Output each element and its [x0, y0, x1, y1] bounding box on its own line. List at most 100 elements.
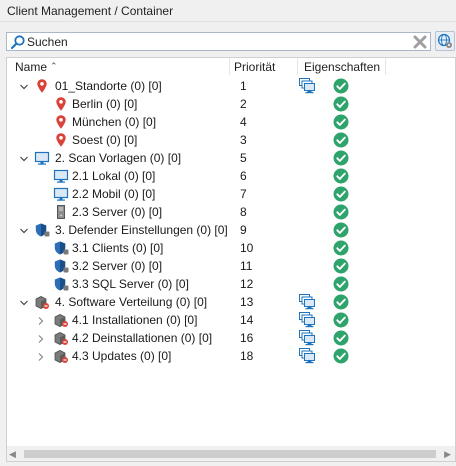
priority-value: 18 — [240, 349, 254, 363]
priority-value: 16 — [240, 331, 254, 345]
title-bar: Client Management / Container — [0, 0, 456, 22]
scrollbar-thumb[interactable] — [24, 450, 436, 458]
status-ok-icon — [333, 150, 349, 166]
scroll-left-icon[interactable]: ◀ — [9, 449, 16, 460]
status-ok-icon — [333, 222, 349, 238]
defender-shield-icon — [53, 258, 69, 274]
assigned-computers-icon[interactable] — [299, 348, 316, 364]
status-ok-icon — [333, 294, 349, 310]
status-ok-icon — [333, 204, 349, 220]
search-box[interactable] — [6, 32, 431, 51]
tree-row-label: 01_Standorte (0) [0] — [55, 79, 162, 93]
collapse-chevron-icon[interactable] — [19, 225, 29, 235]
priority-value: 14 — [240, 313, 254, 327]
tree-row-child[interactable]: 2.1 Lokal (0) [0] 6 — [7, 167, 447, 185]
column-separator[interactable] — [385, 58, 386, 75]
collapse-chevron-icon[interactable] — [19, 153, 29, 163]
clear-search-icon[interactable] — [412, 34, 428, 50]
expand-chevron-icon[interactable] — [36, 315, 46, 325]
status-ok-icon — [333, 132, 349, 148]
status-ok-icon — [333, 258, 349, 274]
status-ok-icon — [333, 312, 349, 328]
tree-row-label: 4.2 Deinstallationen (0) [0] — [72, 331, 213, 345]
column-header-properties[interactable]: Eigenschaften — [304, 60, 380, 74]
priority-value: 4 — [240, 115, 247, 129]
tree-row-group[interactable]: 4. Software Verteilung (0) [0] 13 — [7, 293, 447, 311]
priority-value: 12 — [240, 277, 254, 291]
tree-row-child[interactable]: 4.3 Updates (0) [0] 18 — [7, 347, 447, 365]
network-settings-button[interactable] — [435, 31, 455, 51]
tree-row-child[interactable]: 2.2 Mobil (0) [0] 7 — [7, 185, 447, 203]
expand-chevron-icon[interactable] — [36, 351, 46, 361]
monitor-icon — [53, 168, 69, 184]
tree-row-label: 3. Defender Einstellungen (0) [0] — [55, 223, 228, 237]
status-ok-icon — [333, 186, 349, 202]
tree-row-group[interactable]: 01_Standorte (0) [0] 1 — [7, 77, 447, 95]
tree-row-label: 4. Software Verteilung (0) [0] — [55, 295, 208, 309]
collapse-chevron-icon[interactable] — [19, 81, 29, 91]
server-tower-icon — [53, 204, 69, 220]
search-icon — [10, 35, 25, 50]
assigned-computers-icon[interactable] — [299, 312, 316, 328]
priority-value: 13 — [240, 295, 254, 309]
status-ok-icon — [333, 114, 349, 130]
status-ok-icon — [333, 276, 349, 292]
assigned-computers-icon[interactable] — [299, 294, 316, 310]
expand-chevron-icon[interactable] — [36, 333, 46, 343]
priority-value: 8 — [240, 205, 247, 219]
assigned-computers-icon[interactable] — [299, 78, 316, 94]
tree-row-child[interactable]: 3.2 Server (0) [0] 11 — [7, 257, 447, 275]
tree-row-child[interactable]: München (0) [0] 4 — [7, 113, 447, 131]
defender-shield-icon — [53, 240, 69, 256]
priority-value: 7 — [240, 187, 247, 201]
tree-row-child[interactable]: 3.3 SQL Server (0) [0] 12 — [7, 275, 447, 293]
column-separator[interactable] — [229, 58, 230, 75]
tree-row-child[interactable]: 3.1 Clients (0) [0] 10 — [7, 239, 447, 257]
collapse-chevron-icon[interactable] — [19, 297, 29, 307]
software-package-icon — [53, 312, 69, 328]
priority-value: 11 — [240, 259, 253, 273]
priority-value: 2 — [240, 97, 247, 111]
tree-row-group[interactable]: 2. Scan Vorlagen (0) [0] 5 — [7, 149, 447, 167]
tree-row-label: 2.3 Server (0) [0] — [72, 205, 163, 219]
status-ok-icon — [333, 348, 349, 364]
priority-value: 3 — [240, 133, 247, 147]
tree-row-child[interactable]: 2.3 Server (0) [0] 8 — [7, 203, 447, 221]
monitor-icon — [53, 186, 69, 202]
tree-row-child[interactable]: Soest (0) [0] 3 — [7, 131, 447, 149]
status-ok-icon — [333, 78, 349, 94]
tree-row-label: Soest (0) [0] — [72, 133, 138, 147]
priority-value: 10 — [240, 241, 254, 255]
tree-row-child[interactable]: 4.1 Installationen (0) [0] 14 — [7, 311, 447, 329]
column-header-priority[interactable]: Priorität — [234, 60, 275, 74]
software-package-icon — [34, 294, 50, 310]
defender-shield-icon — [53, 276, 69, 292]
tree-row-child[interactable]: Berlin (0) [0] 2 — [7, 95, 447, 113]
location-pin-icon — [53, 114, 69, 130]
scroll-right-icon[interactable]: ▶ — [444, 449, 451, 460]
horizontal-scrollbar[interactable]: ◀ ▶ — [7, 446, 455, 461]
status-ok-icon — [333, 168, 349, 184]
title-divider — [0, 21, 456, 22]
tree-row-child[interactable]: 4.2 Deinstallationen (0) [0] 16 — [7, 329, 447, 347]
tree-row-label: 2.1 Lokal (0) [0] — [72, 169, 156, 183]
priority-value: 6 — [240, 169, 247, 183]
tree-row-label: 3.3 SQL Server (0) [0] — [72, 277, 189, 291]
column-header: Name ⌃ Priorität Eigenschaften — [7, 58, 455, 75]
assigned-computers-icon[interactable] — [299, 330, 316, 346]
tree-row-label: 4.1 Installationen (0) [0] — [72, 313, 198, 327]
sort-ascending-icon: ⌃ — [50, 61, 58, 71]
software-package-icon — [53, 330, 69, 346]
tree-row-group[interactable]: 3. Defender Einstellungen (0) [0] 9 — [7, 221, 447, 239]
column-header-name[interactable]: Name — [15, 60, 47, 74]
window-title: Client Management / Container — [7, 4, 174, 18]
tree-row-label: 4.3 Updates (0) [0] — [72, 349, 172, 363]
monitor-icon — [34, 150, 50, 166]
priority-value: 1 — [240, 79, 247, 93]
tree-row-label: 2.2 Mobil (0) [0] — [72, 187, 156, 201]
tree-row-label: 2. Scan Vorlagen (0) [0] — [55, 151, 182, 165]
location-pin-icon — [34, 78, 50, 94]
search-input[interactable] — [27, 34, 407, 49]
column-separator[interactable] — [297, 58, 298, 75]
priority-value: 9 — [240, 223, 247, 237]
